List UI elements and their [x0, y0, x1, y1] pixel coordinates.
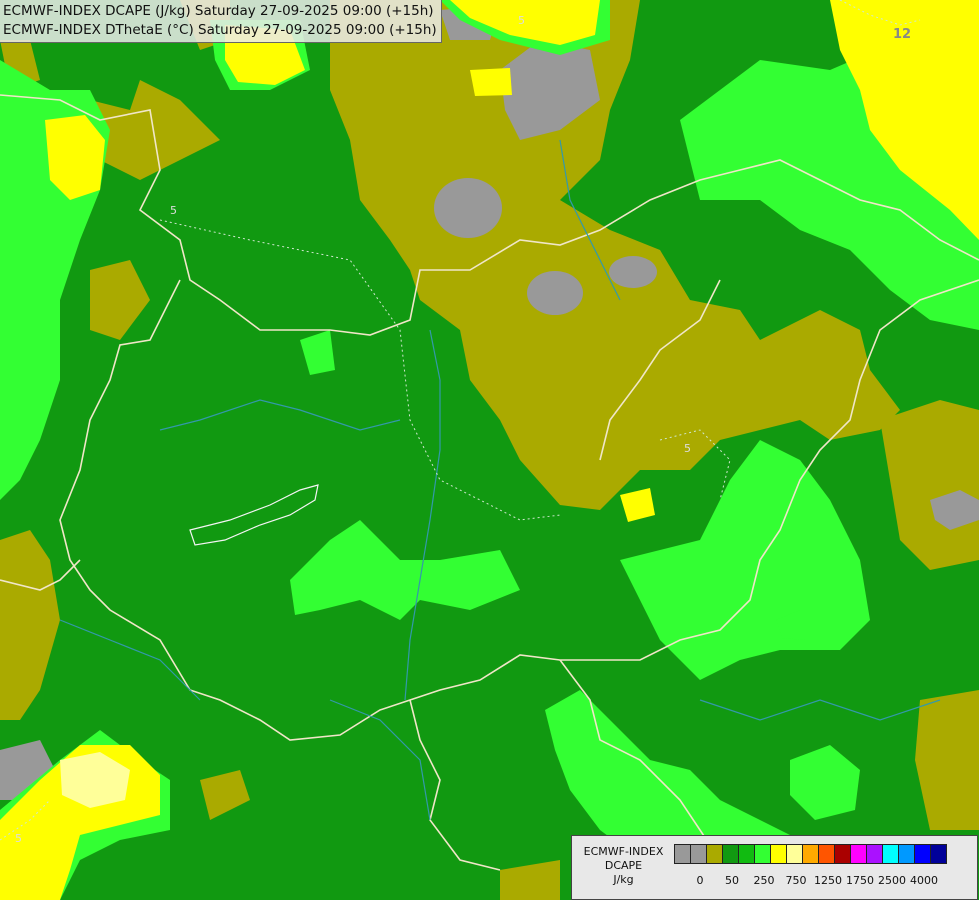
legend-tick-label: 250 — [753, 874, 775, 887]
legend-title-line2: DCAPE — [604, 859, 643, 872]
legend-swatch — [722, 844, 739, 864]
legend-swatch — [930, 844, 947, 864]
legend-tick-label: 1750 — [846, 874, 874, 887]
contour-label: 12 — [893, 27, 911, 42]
legend-title: ECMWF-INDEX DCAPE J/kg — [576, 845, 671, 887]
legend-swatch — [882, 844, 899, 864]
legend-tick-label: 0 — [696, 874, 704, 887]
contour-label: 5 — [684, 442, 691, 455]
legend-swatch — [850, 844, 867, 864]
legend-ticks: 0 50 250 750 1250 1750 2500 4000 — [674, 874, 974, 888]
legend-tick-label: 1250 — [814, 874, 842, 887]
legend-swatch — [738, 844, 755, 864]
legend-tick-label: 4000 — [910, 874, 938, 887]
contour-label: 5 — [518, 14, 525, 27]
legend-tick-label: 750 — [785, 874, 807, 887]
legend-swatch — [674, 844, 691, 864]
contour-label: 5 — [15, 832, 22, 845]
legend-swatch — [770, 844, 787, 864]
legend-swatch — [754, 844, 771, 864]
legend-unit: J/kg — [613, 873, 634, 886]
title-line-dcape: ECMWF-INDEX DCAPE (J/kg) Saturday 27-09-… — [3, 3, 434, 19]
map-title-box: ECMWF-INDEX DCAPE (J/kg) Saturday 27-09-… — [0, 0, 442, 43]
legend-swatch — [706, 844, 723, 864]
legend-swatch — [818, 844, 835, 864]
legend-tick-label: 2500 — [878, 874, 906, 887]
dcape-map[interactable]: 5 5 5 12 5 — [0, 0, 979, 900]
legend-tick-label: 50 — [725, 874, 739, 887]
color-legend: ECMWF-INDEX DCAPE J/kg 0 50 250 750 1250 1750… — [571, 835, 978, 900]
legend-swatch — [802, 844, 819, 864]
title-line-dthetae: ECMWF-INDEX DThetaE (°C) Saturday 27-09-… — [3, 22, 437, 38]
legend-swatches — [674, 844, 947, 864]
contour-label: 5 — [170, 204, 177, 217]
legend-swatch — [834, 844, 851, 864]
legend-swatch — [690, 844, 707, 864]
legend-swatch — [786, 844, 803, 864]
legend-title-line1: ECMWF-INDEX — [583, 845, 664, 858]
legend-swatch — [914, 844, 931, 864]
legend-swatch — [898, 844, 915, 864]
legend-swatch — [866, 844, 883, 864]
